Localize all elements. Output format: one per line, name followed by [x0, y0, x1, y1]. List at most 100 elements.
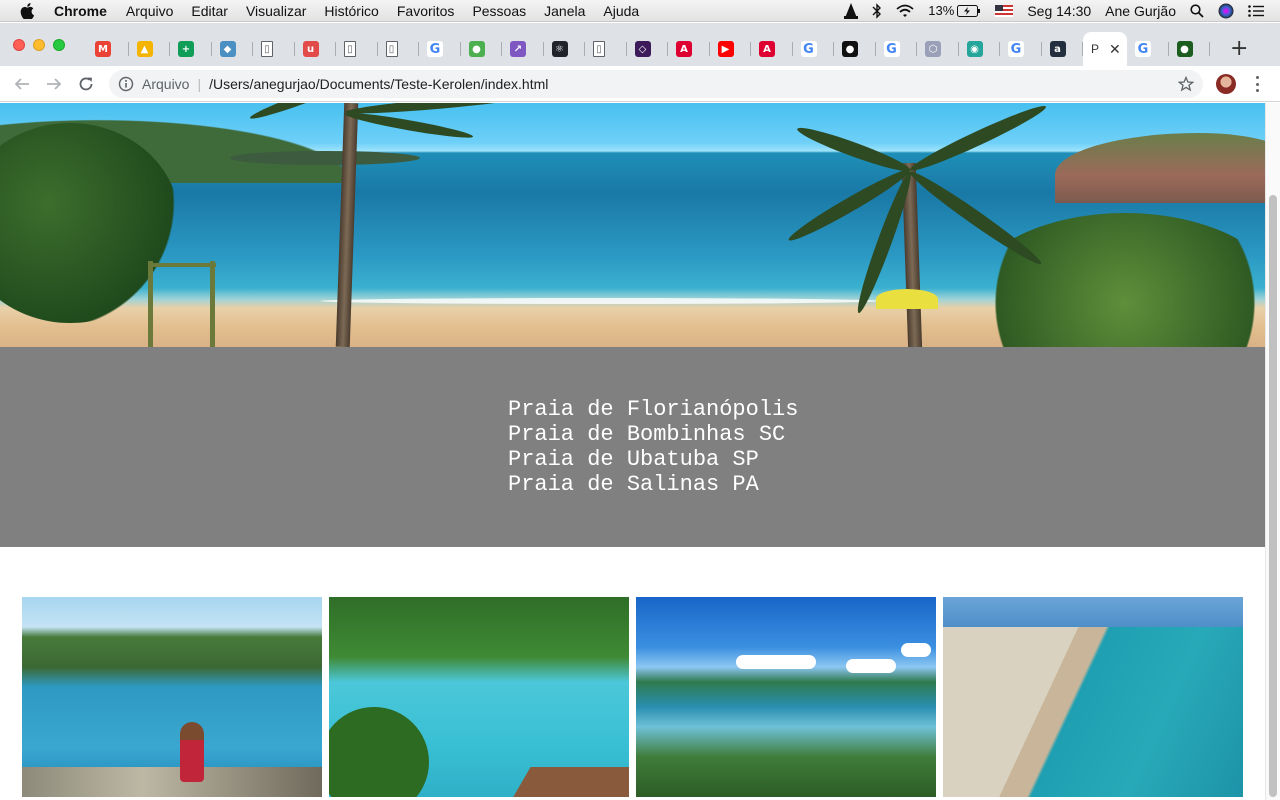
menu-janela[interactable]: Janela — [544, 3, 585, 19]
list-item: Praia de Ubatuba SP — [508, 447, 759, 472]
user-name[interactable]: Ane Gurjão — [1105, 3, 1176, 19]
tab[interactable]: ▯ — [585, 32, 627, 66]
browser-toolbar: Arquivo | /Users/anegurjao/Documents/Tes… — [0, 66, 1280, 102]
menu-arquivo[interactable]: Arquivo — [126, 3, 173, 19]
scrollbar-thumb[interactable] — [1269, 195, 1277, 797]
tab[interactable]: ↗ — [502, 32, 544, 66]
github-icon: ● — [842, 41, 858, 57]
window-zoom-button[interactable] — [53, 38, 65, 51]
notification-center-icon[interactable] — [1248, 4, 1264, 17]
tab[interactable]: M — [87, 32, 129, 66]
tab[interactable]: ● — [1169, 32, 1211, 66]
window-minimize-button[interactable] — [33, 38, 45, 51]
doc-icon: ▯ — [344, 41, 356, 57]
tab-strip: M ▲ + ◆ ▯ u ▯ ▯ G ● ↗ ⚛ ▯ ◇ A ▶ A G ● G ⬡ ◉ Ga P ✕ G ● + — [0, 23, 1280, 66]
forward-button[interactable] — [46, 76, 62, 92]
tab[interactable]: G — [1000, 32, 1042, 66]
clock[interactable]: Seg 14:30 — [1027, 3, 1091, 19]
tab-list-after: G ● — [1127, 23, 1210, 66]
photo-person — [180, 722, 204, 782]
photo-cloud — [846, 659, 896, 673]
beach-list: Praia de Florianópolis Praia de Bombinha… — [508, 397, 798, 497]
tab[interactable]: G — [419, 32, 461, 66]
photo-cloud — [736, 655, 816, 669]
photo-tree — [329, 707, 429, 797]
hero-wave — [320, 298, 880, 304]
arrow-left-icon — [14, 77, 29, 90]
vlc-icon[interactable] — [844, 2, 859, 19]
hero-frond — [794, 122, 913, 177]
url-text[interactable]: /Users/anegurjao/Documents/Teste-Kerolen… — [209, 76, 548, 92]
spotlight-search-icon[interactable] — [1190, 3, 1204, 18]
gallery-photo-salinas — [943, 597, 1243, 797]
page-viewport: Praia de Florianópolis Praia de Bombinha… — [0, 103, 1280, 800]
tab[interactable]: ● — [461, 32, 503, 66]
reload-button[interactable] — [78, 76, 94, 92]
youtube-icon: ▶ — [717, 41, 734, 57]
tab[interactable]: ▯ — [253, 32, 295, 66]
photo-rock — [22, 767, 322, 797]
eye-icon: ◉ — [966, 41, 983, 57]
menu-ajuda[interactable]: Ajuda — [603, 3, 639, 19]
hero-bush-right — [965, 213, 1265, 347]
tab[interactable]: ▲ — [129, 32, 171, 66]
arrow-right-icon — [47, 77, 62, 90]
profile-avatar[interactable] — [1216, 74, 1236, 94]
tab[interactable]: A — [751, 32, 793, 66]
battery-percent[interactable]: 13% — [928, 3, 981, 18]
tab-active[interactable]: P ✕ — [1083, 32, 1127, 66]
gallery-photo-florianopolis — [22, 597, 322, 797]
purple-app-icon: ↗ — [510, 41, 526, 57]
apple-menu-icon[interactable] — [20, 2, 40, 19]
tab-close-icon[interactable]: ✕ — [1109, 41, 1121, 58]
photo-roof — [507, 767, 629, 797]
tab[interactable]: a — [1042, 32, 1084, 66]
tab-list: M ▲ + ◆ ▯ u ▯ ▯ G ● ↗ ⚛ ▯ ◇ A ▶ A G ● G ⬡ ◉ Ga — [87, 23, 1083, 66]
tab[interactable]: ◆ — [212, 32, 254, 66]
shield-icon: ◇ — [634, 41, 651, 57]
tab[interactable]: + — [170, 32, 212, 66]
page-scrollbar[interactable] — [1265, 103, 1280, 800]
window-close-button[interactable] — [13, 38, 25, 51]
amazon-icon: a — [1049, 41, 1066, 57]
menu-visualizar[interactable]: Visualizar — [246, 3, 306, 19]
tab[interactable]: u — [295, 32, 337, 66]
tab[interactable]: ⚛ — [544, 32, 586, 66]
angular-icon: A — [676, 41, 692, 57]
tab[interactable]: ▯ — [378, 32, 420, 66]
address-bar[interactable]: Arquivo | /Users/anegurjao/Documents/Tes… — [109, 70, 1203, 98]
bluetooth-icon[interactable] — [872, 2, 882, 19]
tab[interactable]: ◇ — [627, 32, 669, 66]
chrome-menu-icon[interactable] — [1256, 76, 1260, 92]
new-tab-button[interactable]: + — [1230, 36, 1248, 61]
wifi-icon[interactable] — [896, 4, 914, 18]
hero-beach-image — [0, 103, 1265, 347]
window-controls — [13, 38, 73, 51]
macos-menubar: Chrome Arquivo Editar Visualizar Históri… — [0, 0, 1280, 22]
hero-frond — [907, 103, 1049, 177]
tab[interactable]: ⬡ — [917, 32, 959, 66]
back-button[interactable] — [14, 76, 30, 92]
beach-list-section: Praia de Florianópolis Praia de Bombinha… — [0, 347, 1265, 547]
tab[interactable]: G — [793, 32, 835, 66]
bookmark-star-icon[interactable] — [1178, 76, 1194, 92]
menu-pessoas[interactable]: Pessoas — [472, 3, 526, 19]
tab[interactable]: ▶ — [710, 32, 752, 66]
doc-icon: ▯ — [593, 41, 605, 57]
info-icon[interactable] — [118, 76, 134, 92]
siri-icon[interactable] — [1218, 3, 1234, 19]
tab[interactable]: A — [668, 32, 710, 66]
tab[interactable]: ▯ — [336, 32, 378, 66]
menu-app-name[interactable]: Chrome — [54, 3, 107, 19]
menu-favoritos[interactable]: Favoritos — [397, 3, 455, 19]
tab[interactable]: G — [876, 32, 918, 66]
tab[interactable]: G — [1127, 32, 1169, 66]
menu-editar[interactable]: Editar — [191, 3, 228, 19]
hexagon-icon: ⬡ — [925, 41, 941, 57]
tab[interactable]: ● — [834, 32, 876, 66]
flag-icon[interactable] — [995, 4, 1014, 17]
list-item: Praia de Florianópolis — [508, 397, 799, 422]
menu-historico[interactable]: Histórico — [324, 3, 378, 19]
hero-frond — [905, 166, 1046, 270]
tab[interactable]: ◉ — [959, 32, 1001, 66]
